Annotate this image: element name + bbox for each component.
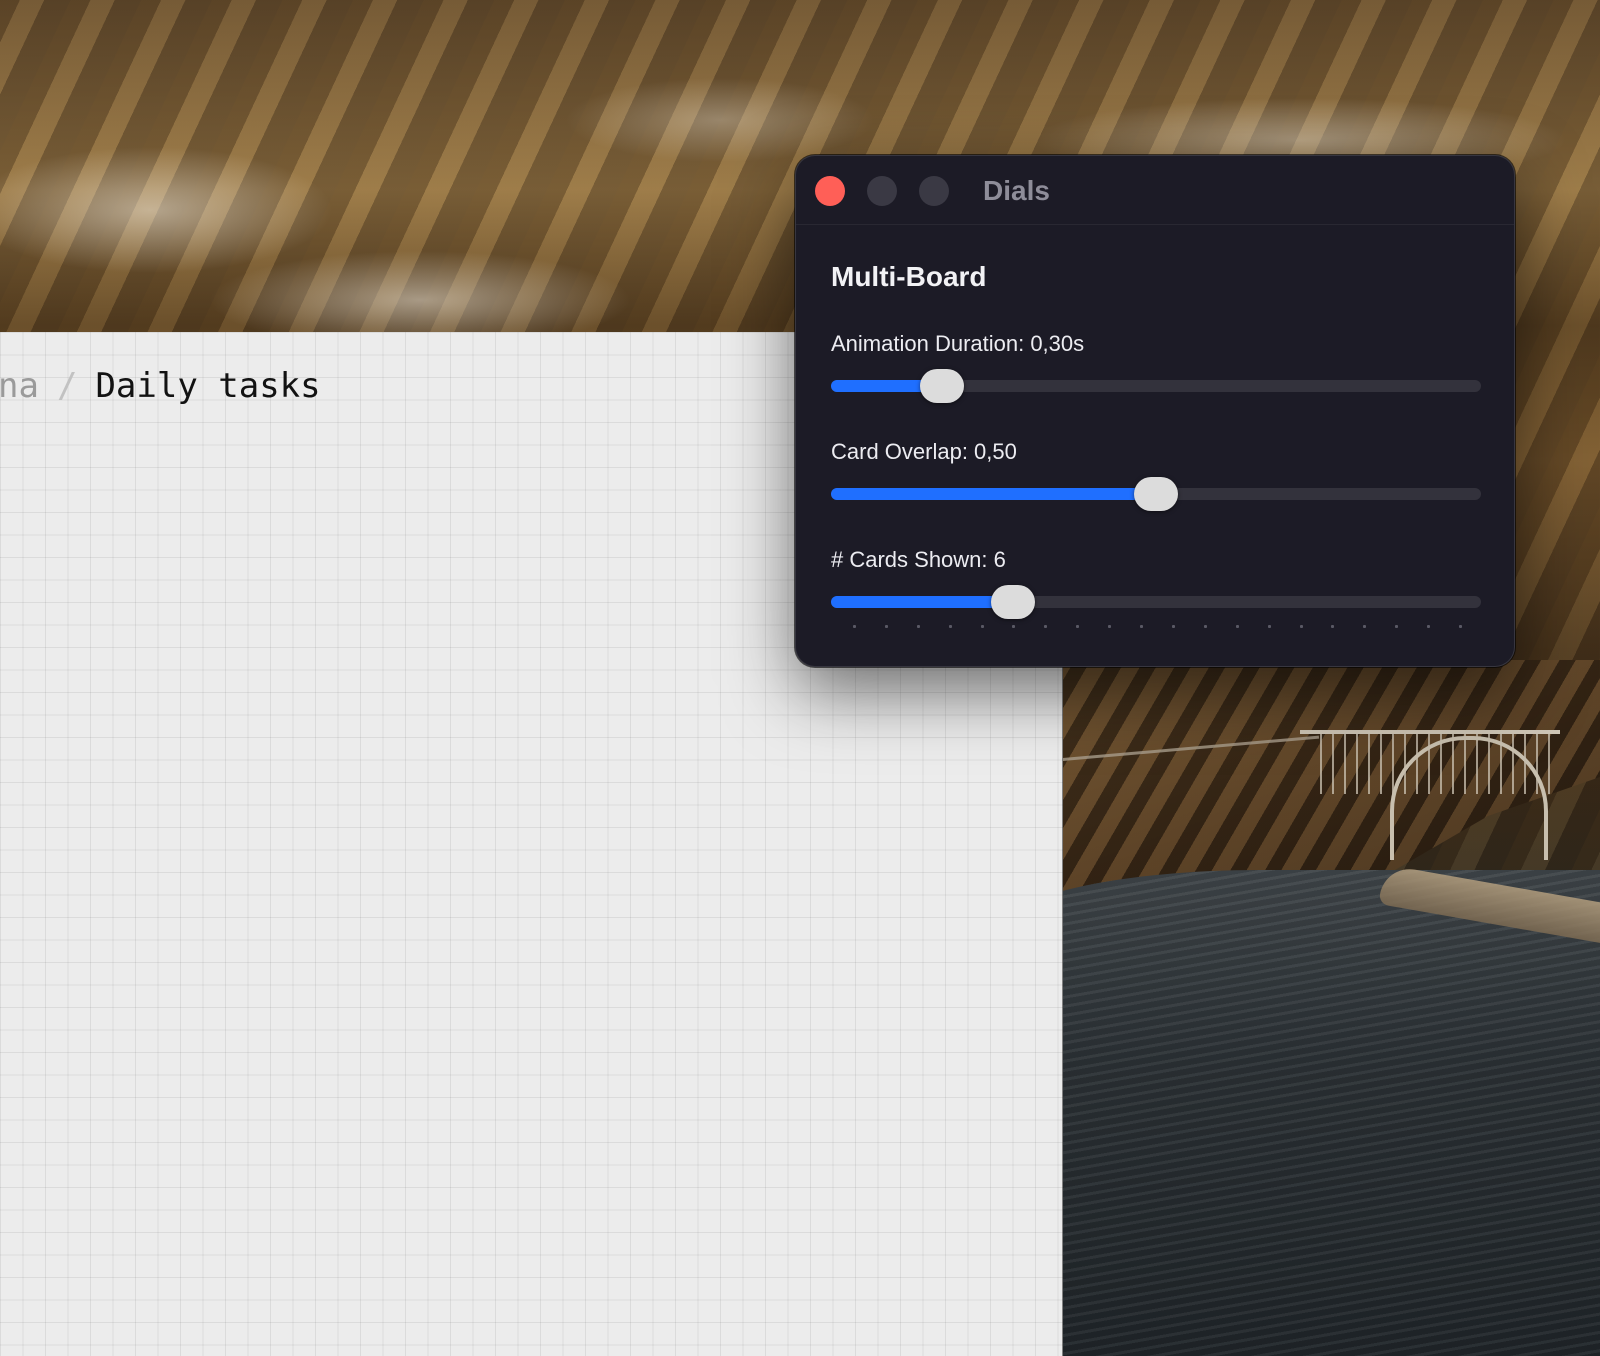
breadcrumb-current: Daily tasks	[95, 366, 321, 406]
cards-shown-label: # Cards Shown: 6	[831, 547, 1006, 572]
cards-shown-dial: # Cards Shown: 6	[831, 547, 1481, 629]
slider-tick-marks	[853, 625, 1462, 629]
breadcrumb: na / Daily tasks	[0, 366, 321, 406]
slider-tick	[948, 625, 952, 628]
slider-fill	[831, 596, 1013, 608]
slider-tick	[1108, 625, 1112, 628]
breadcrumb-separator: /	[56, 366, 78, 406]
slider-tick	[980, 625, 984, 628]
animation-duration-label: Animation Duration: 0,30s	[831, 331, 1085, 356]
slider-tick	[1012, 625, 1016, 628]
slider-tick	[1427, 625, 1431, 628]
slider-thumb[interactable]	[919, 369, 964, 403]
slider-tick	[1171, 625, 1175, 628]
wallpaper-sea	[1000, 870, 1600, 1356]
card-overlap-slider[interactable]	[831, 477, 1481, 511]
dials-window: Dials Multi-Board Animation Duration: 0,…	[795, 155, 1515, 667]
slider-thumb[interactable]	[991, 585, 1035, 619]
window-title: Dials	[983, 175, 1050, 206]
slider-tick	[1267, 625, 1271, 628]
slider-tick	[884, 625, 888, 628]
card-overlap-label: Card Overlap: 0,50	[831, 439, 1017, 464]
slider-tick	[1203, 625, 1207, 628]
section-title: Multi-Board	[831, 261, 987, 292]
slider-tick	[1235, 625, 1239, 628]
slider-tick	[853, 625, 856, 628]
breadcrumb-parent[interactable]: na	[0, 366, 39, 406]
dials-titlebar[interactable]: Dials	[796, 156, 1514, 225]
slider-tick	[1363, 625, 1367, 628]
close-window-button[interactable]	[815, 176, 845, 206]
slider-tick	[1299, 625, 1303, 628]
slider-tick	[1395, 625, 1399, 628]
animation-duration-dial: Animation Duration: 0,30s	[831, 331, 1481, 411]
slider-tick	[916, 625, 920, 628]
slider-fill	[831, 488, 1156, 500]
slider-tick	[1076, 625, 1080, 628]
minimize-window-button[interactable]	[867, 176, 897, 206]
cards-shown-slider[interactable]	[831, 585, 1481, 619]
zoom-window-button[interactable]	[919, 176, 949, 206]
slider-tick	[1140, 625, 1144, 628]
wallpaper-bridge	[1300, 730, 1560, 860]
slider-tick	[1459, 625, 1462, 628]
slider-tick	[1044, 625, 1048, 628]
slider-thumb[interactable]	[1134, 477, 1178, 511]
slider-tick	[1331, 625, 1335, 628]
card-overlap-dial: Card Overlap: 0,50	[831, 439, 1481, 519]
animation-duration-slider[interactable]	[831, 369, 1481, 403]
